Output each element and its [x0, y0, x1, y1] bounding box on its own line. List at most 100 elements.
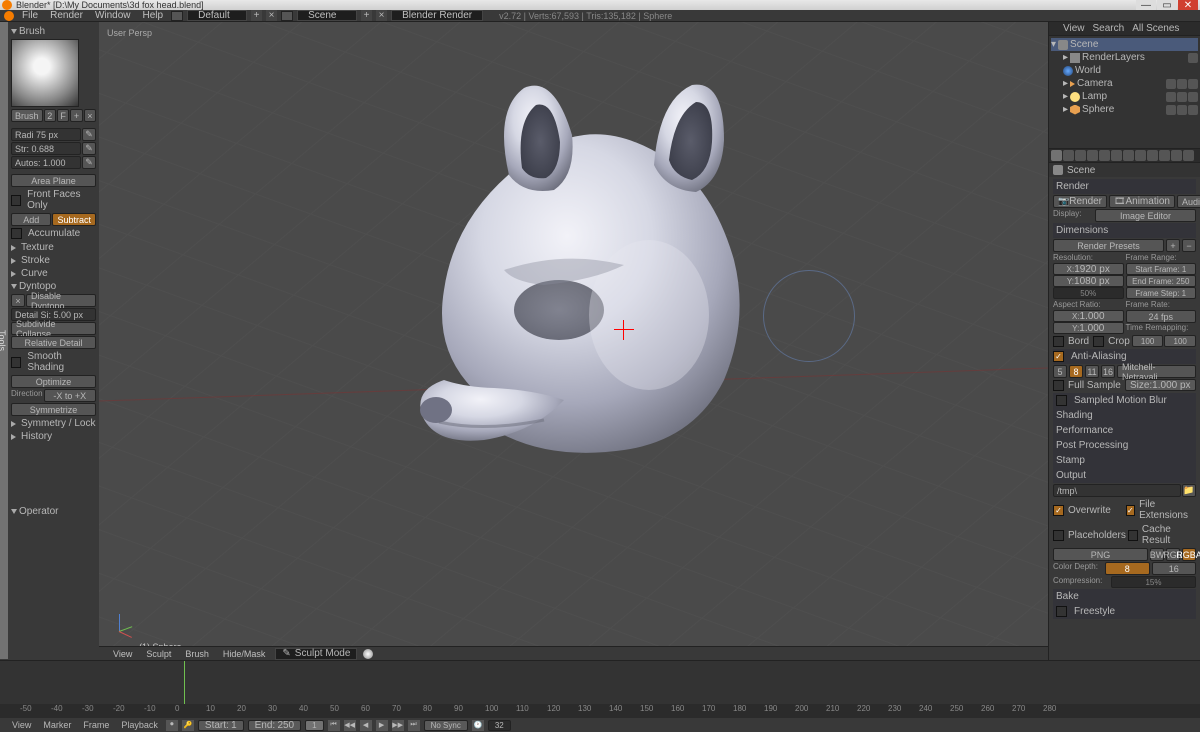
output-path-field[interactable]: /tmp\ [1053, 484, 1181, 497]
sync-dropdown[interactable]: No Sync [424, 720, 468, 731]
brush-name-field[interactable]: Brush [11, 109, 43, 122]
performance-panel-header[interactable]: Performance [1053, 423, 1196, 438]
operator-panel[interactable]: Operator [11, 506, 96, 517]
res-percent-field[interactable]: 50% [1053, 287, 1124, 299]
outliner-search-menu[interactable]: Search [1093, 23, 1125, 34]
next-key-button[interactable]: ▶▶ [392, 720, 404, 731]
brush-panel-header[interactable]: Brush [11, 26, 96, 37]
smooth-shading-checkbox[interactable] [11, 357, 21, 368]
dimensions-panel-header[interactable]: Dimensions [1053, 223, 1196, 238]
scene-icon[interactable] [281, 11, 293, 21]
timemap-old-field[interactable]: 100 [1132, 335, 1164, 347]
sculpt-menu[interactable]: Sculpt [142, 649, 175, 659]
object-tab-icon[interactable] [1099, 150, 1110, 161]
bake-panel-header[interactable]: Bake [1053, 589, 1196, 604]
autosmooth-pressure-icon[interactable]: ✎ [82, 156, 96, 169]
symmetry-direction-dropdown[interactable]: -X to +X [44, 389, 96, 402]
menu-window[interactable]: Window [91, 10, 135, 21]
clock-icon[interactable]: 🕐 [472, 720, 484, 731]
front-faces-checkbox[interactable] [11, 195, 21, 206]
remove-preset-button[interactable]: − [1182, 239, 1196, 252]
secondary-frame-field[interactable]: 32 [488, 720, 511, 731]
shading-sphere-icon[interactable] [363, 649, 373, 659]
depth-8-button[interactable]: 8 [1105, 562, 1150, 575]
hide-mask-menu[interactable]: Hide/Mask [219, 649, 270, 659]
detail-type-dropdown[interactable]: Relative Detail [11, 336, 96, 349]
format-dropdown[interactable]: PNG [1053, 548, 1148, 561]
renderlayers-toggle-icon[interactable] [1188, 53, 1198, 63]
viewport-3d[interactable]: User Persp [99, 22, 1048, 660]
timeline-track[interactable]: -50-40-30-20-100102030405060708090100110… [0, 661, 1200, 718]
modifiers-tab-icon[interactable] [1123, 150, 1134, 161]
constraints-tab-icon[interactable] [1111, 150, 1122, 161]
crop-checkbox[interactable] [1093, 336, 1104, 347]
render-panel-header[interactable]: Render [1053, 179, 1196, 194]
menu-file[interactable]: File [18, 10, 42, 21]
aa-5[interactable]: 5 [1053, 365, 1067, 378]
browse-folder-icon[interactable]: 📁 [1182, 484, 1196, 497]
aa-8[interactable]: 8 [1069, 365, 1083, 378]
current-frame-input[interactable]: 1 [305, 720, 323, 731]
app-icon[interactable] [4, 11, 14, 21]
view-menu[interactable]: View [109, 649, 136, 659]
jump-start-button[interactable]: ⏮ [328, 720, 340, 731]
select-icon[interactable] [1177, 92, 1187, 102]
aa-size-field[interactable]: Size: 1.000 px [1125, 379, 1197, 391]
playhead[interactable] [184, 661, 185, 704]
symmetrize-button[interactable]: Symmetrize [11, 403, 96, 416]
jump-end-button[interactable]: ⏭ [408, 720, 420, 731]
timeline-playback-menu[interactable]: Playback [117, 720, 162, 730]
minimize-button[interactable]: — [1136, 0, 1156, 10]
menu-help[interactable]: Help [139, 10, 168, 21]
full-sample-checkbox[interactable] [1053, 380, 1064, 391]
strength-field[interactable]: Str: 0.688 [11, 142, 81, 155]
display-mode-dropdown[interactable]: Image Editor [1095, 209, 1196, 222]
start-frame-field[interactable]: Start Frame: 1 [1126, 263, 1197, 275]
render-button[interactable]: 📷 Render [1053, 195, 1107, 208]
disable-dyntopo-x[interactable]: × [11, 294, 25, 307]
border-checkbox[interactable] [1053, 336, 1064, 347]
bw-button[interactable]: BW [1150, 548, 1164, 561]
outliner-renderlayers[interactable]: ▸RenderLayers [1051, 51, 1198, 64]
end-frame-input[interactable]: End: 250 [248, 720, 302, 731]
add-scene-button[interactable]: + [361, 10, 372, 21]
remove-scene-button[interactable]: × [376, 10, 387, 21]
end-frame-field[interactable]: End Frame: 250 [1126, 275, 1197, 287]
cache-checkbox[interactable] [1128, 530, 1138, 541]
render-tab-icon[interactable] [1051, 150, 1062, 161]
aa-filter-dropdown[interactable]: Mitchell-Netravali [1117, 365, 1196, 378]
texture-tab-icon[interactable] [1159, 150, 1170, 161]
texture-panel[interactable]: Texture [11, 242, 96, 253]
frame-step-field[interactable]: Frame Step: 1 [1126, 287, 1197, 299]
prev-key-button[interactable]: ◀◀ [344, 720, 356, 731]
depth-16-button[interactable]: 16 [1152, 562, 1197, 575]
outliner-view-menu[interactable]: View [1063, 23, 1085, 34]
overwrite-checkbox[interactable] [1053, 505, 1064, 516]
render-engine-dropdown[interactable]: Blender Render [391, 10, 483, 21]
aa-enable-checkbox[interactable] [1053, 351, 1064, 362]
sculpt-plane-dropdown[interactable]: Area Plane [11, 174, 96, 187]
radius-pressure-icon[interactable]: ✎ [82, 128, 96, 141]
history-panel[interactable]: History [11, 431, 96, 442]
smb-panel-header[interactable]: Sampled Motion Blur [1053, 393, 1196, 408]
autokey-button[interactable]: ⏺ [166, 720, 178, 731]
maximize-button[interactable]: ▭ [1157, 0, 1177, 10]
stamp-panel-header[interactable]: Stamp [1053, 453, 1196, 468]
timemap-new-field[interactable]: 100 [1164, 335, 1196, 347]
outliner-lamp[interactable]: ▸Lamp [1051, 90, 1198, 103]
outliner[interactable]: ▾Scene ▸RenderLayers World ▸Camera ▸Lamp… [1049, 36, 1200, 148]
outliner-camera[interactable]: ▸Camera [1051, 77, 1198, 90]
particles-tab-icon[interactable] [1171, 150, 1182, 161]
radius-field[interactable]: Radi 75 px [11, 128, 81, 141]
outliner-sphere[interactable]: ▸Sphere [1051, 103, 1198, 116]
subtract-button[interactable]: Subtract [52, 213, 96, 226]
scene-tab-icon[interactable] [1075, 150, 1086, 161]
remove-layout-button[interactable]: × [266, 10, 277, 21]
layout-icon[interactable] [171, 11, 183, 21]
brush-menu[interactable]: Brush [181, 649, 213, 659]
res-y-field[interactable]: Y: 1080 px [1053, 275, 1124, 287]
scene-dropdown[interactable]: Scene [297, 10, 357, 21]
render-icon[interactable] [1188, 92, 1198, 102]
timeline-frame-menu[interactable]: Frame [79, 720, 113, 730]
timeline-marker-menu[interactable]: Marker [39, 720, 75, 730]
